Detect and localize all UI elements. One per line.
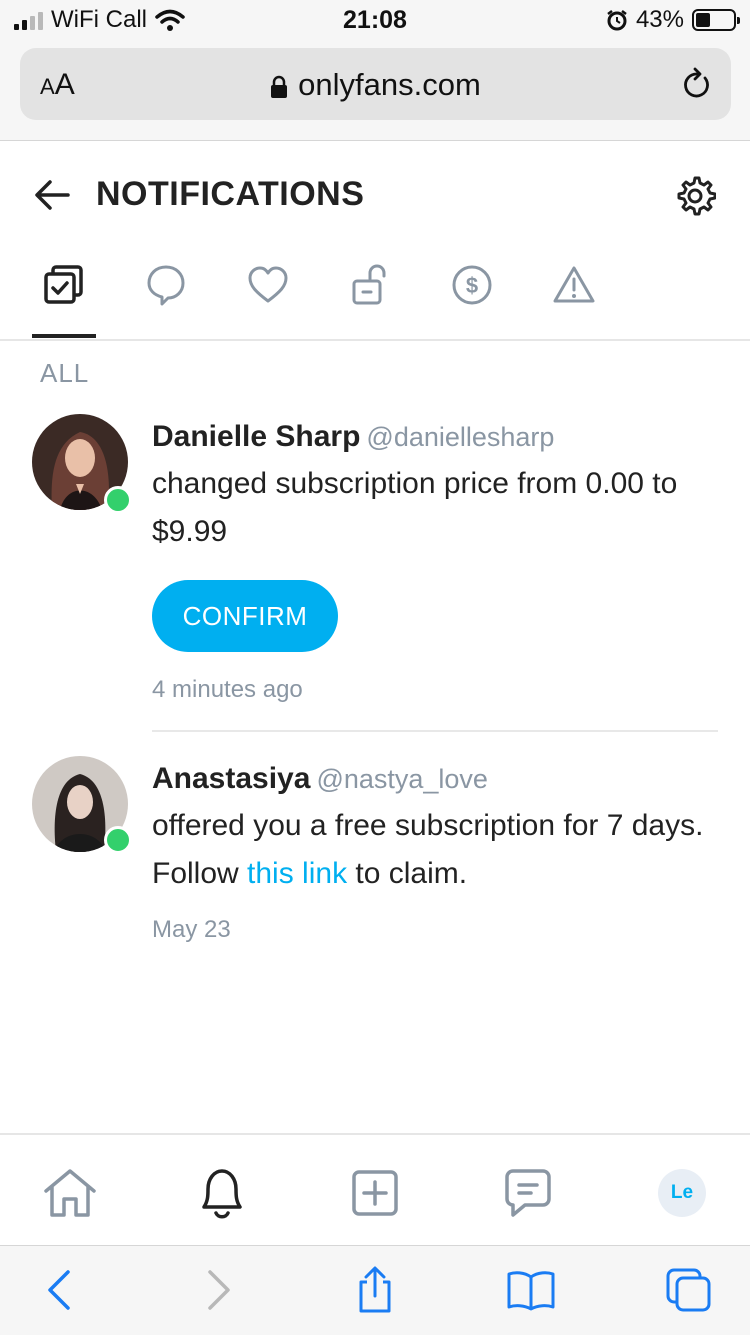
profile-avatar: Le — [658, 1169, 706, 1217]
message-icon — [505, 1169, 551, 1217]
nav-home[interactable] — [40, 1163, 100, 1223]
home-icon — [44, 1169, 96, 1217]
heart-icon — [248, 266, 288, 303]
status-bar: WiFi Call 21:08 43% — [0, 0, 750, 42]
gear-icon[interactable] — [674, 175, 716, 217]
notification-text: offered you a free subscription for 7 da… — [152, 802, 710, 898]
tab-comments[interactable] — [134, 255, 198, 315]
browser-top-bar: AA onlyfans.com — [0, 42, 750, 141]
battery-percent: 43% — [635, 6, 684, 33]
nav-new-post[interactable] — [345, 1163, 405, 1223]
bell-icon — [202, 1169, 242, 1219]
book-icon — [507, 1271, 555, 1311]
page-header: NOTIFICATIONS — [0, 141, 750, 251]
dollar-icon: $ — [452, 265, 492, 305]
nav-notifications[interactable] — [192, 1163, 252, 1223]
battery-icon — [692, 9, 740, 31]
active-tab-indicator — [32, 334, 96, 338]
user-handle[interactable]: @daniellesharp — [366, 422, 554, 452]
alarm-icon — [607, 10, 627, 31]
chevron-right-icon — [208, 1270, 230, 1310]
divider — [152, 730, 718, 732]
tabs-button[interactable] — [664, 1266, 714, 1314]
notification-filter-tabs: $ — [0, 251, 750, 341]
online-indicator — [104, 486, 132, 514]
online-indicator — [104, 826, 132, 854]
add-post-icon — [352, 1170, 398, 1216]
nav-profile[interactable]: Le — [652, 1163, 712, 1223]
bookmarks-button[interactable] — [506, 1266, 556, 1314]
tab-warnings[interactable] — [542, 255, 606, 315]
notification-content: Danielle Sharp @daniellesharp changed sub… — [152, 420, 710, 704]
all-notifications-icon — [44, 265, 83, 304]
notification-text-end: to claim. — [347, 857, 468, 890]
share-icon — [359, 1266, 391, 1313]
url-display[interactable]: onlyfans.com — [20, 67, 731, 103]
chevron-left-icon — [48, 1270, 70, 1310]
browser-forward-button[interactable] — [194, 1266, 244, 1314]
browser-bottom-toolbar — [0, 1245, 750, 1335]
tab-subscriptions[interactable] — [338, 255, 402, 315]
tab-likes[interactable] — [236, 255, 300, 315]
nav-messages[interactable] — [498, 1163, 558, 1223]
section-label: ALL — [40, 358, 90, 388]
user-handle[interactable]: @nastya_love — [316, 764, 488, 794]
unlock-icon — [352, 264, 386, 305]
page-title: NOTIFICATIONS — [96, 175, 365, 213]
user-name[interactable]: Anastasiya — [152, 762, 310, 795]
user-name[interactable]: Danielle Sharp — [152, 420, 360, 453]
share-button[interactable] — [350, 1266, 400, 1314]
notification-text: changed subscription price from 0.00 to … — [152, 467, 678, 548]
svg-text:$: $ — [466, 273, 478, 298]
battery-info: 43% — [606, 6, 740, 34]
tab-tips[interactable]: $ — [440, 255, 504, 315]
browser-back-button[interactable] — [34, 1266, 84, 1314]
claim-link[interactable]: this link — [247, 857, 347, 890]
lock-icon — [271, 75, 288, 98]
confirm-button[interactable]: CONFIRM — [152, 580, 338, 652]
app-bottom-nav: Le — [0, 1133, 750, 1247]
tab-all[interactable] — [32, 255, 96, 315]
back-arrow-icon[interactable] — [34, 177, 70, 213]
address-bar[interactable]: AA onlyfans.com — [20, 48, 731, 120]
notification-time: 4 minutes ago — [152, 676, 303, 703]
notification-time: May 23 — [152, 916, 231, 943]
url-text: onlyfans.com — [298, 67, 481, 102]
comment-icon — [147, 265, 185, 306]
tabs-icon — [666, 1268, 711, 1312]
reload-icon[interactable] — [681, 66, 713, 102]
notification-content: Anastasiya @nastya_love offered you a fre… — [152, 762, 710, 944]
warning-icon — [553, 266, 595, 303]
